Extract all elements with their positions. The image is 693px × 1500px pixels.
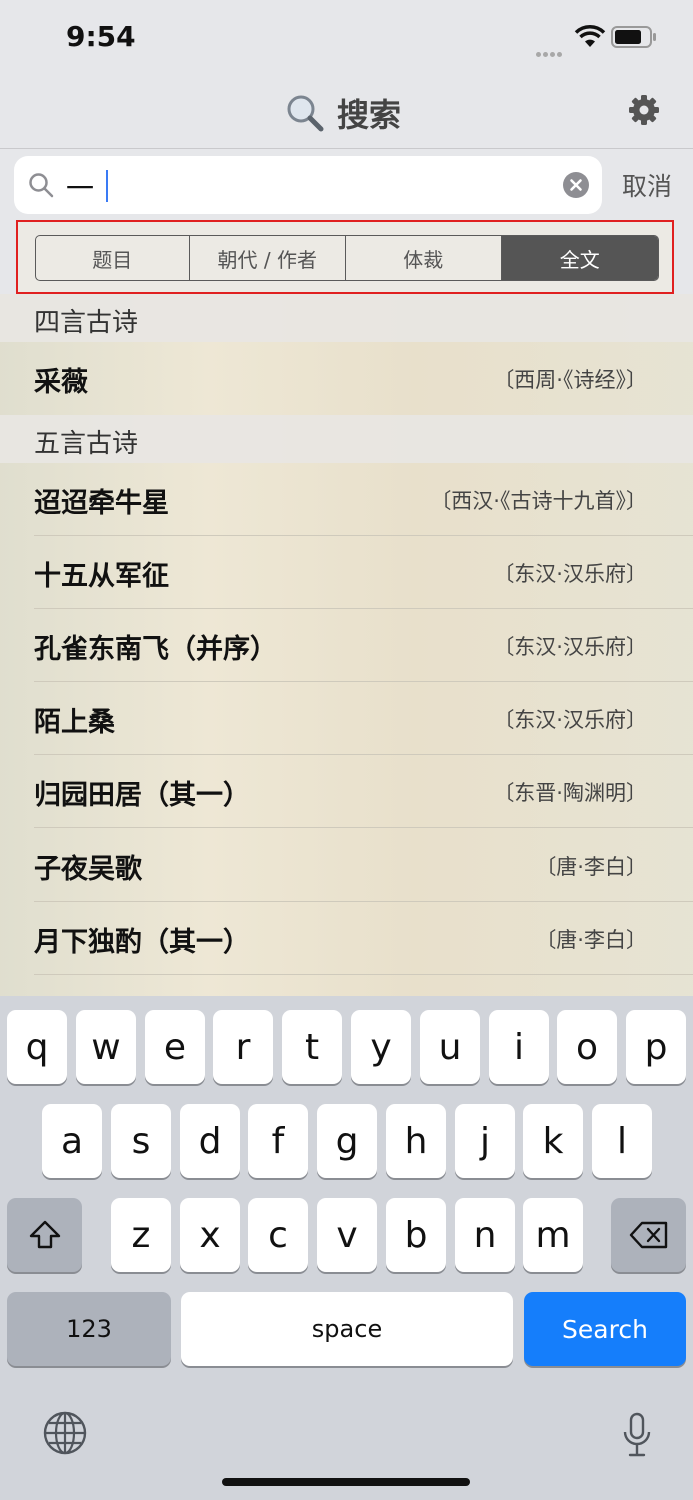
list-item[interactable]: 陌上桑 〔东汉·汉乐府〕 bbox=[0, 682, 693, 755]
cancel-button[interactable]: 取消 bbox=[622, 167, 672, 203]
search-bar: 一 取消 bbox=[0, 148, 693, 221]
search-scope-highlight: 题目 朝代 / 作者 体裁 全文 bbox=[16, 220, 674, 294]
battery-icon bbox=[611, 26, 656, 48]
poem-title: 子夜吴歌 bbox=[34, 854, 142, 885]
key-s[interactable]: s bbox=[111, 1104, 171, 1178]
key-x[interactable]: x bbox=[180, 1198, 240, 1272]
key-r[interactable]: r bbox=[213, 1010, 273, 1084]
navigation-bar: 搜索 bbox=[0, 78, 693, 148]
list-item[interactable]: 十五从军征 〔东汉·汉乐府〕 bbox=[0, 536, 693, 609]
poem-title: 十五从军征 bbox=[34, 561, 169, 592]
key-w[interactable]: w bbox=[76, 1010, 136, 1084]
clear-circle-icon[interactable] bbox=[563, 172, 589, 198]
list-item[interactable]: 孔雀东南飞（并序） 〔东汉·汉乐府〕 bbox=[0, 609, 693, 682]
globe-icon[interactable] bbox=[43, 1411, 87, 1455]
list-item[interactable]: 采薇 〔西周·《诗经》〕 bbox=[0, 342, 693, 415]
shift-arrow-icon bbox=[29, 1220, 60, 1249]
key-i[interactable]: i bbox=[489, 1010, 549, 1084]
section-header: 五言古诗 bbox=[0, 415, 693, 463]
key-t[interactable]: t bbox=[282, 1010, 342, 1084]
search-scope-segmented-control: 题目 朝代 / 作者 体裁 全文 bbox=[35, 235, 659, 281]
poem-author: 〔唐·李白〕 bbox=[535, 928, 647, 952]
poem-author: 〔西汉·《古诗十九首》〕 bbox=[430, 489, 647, 513]
poem-author: 〔东汉·汉乐府〕 bbox=[493, 708, 647, 732]
key-e[interactable]: e bbox=[145, 1010, 205, 1084]
poem-author: 〔东汉·汉乐府〕 bbox=[493, 635, 647, 659]
poem-title: 陌上桑 bbox=[34, 707, 115, 738]
keyboard: q w e r t y u i o p a s d f g h j k l z … bbox=[0, 996, 693, 1500]
delete-key[interactable] bbox=[611, 1198, 686, 1272]
poem-author: 〔东晋·陶渊明〕 bbox=[493, 781, 647, 805]
poem-title: 迢迢牵牛星 bbox=[34, 488, 169, 519]
search-icon bbox=[29, 173, 54, 198]
signal-dots-icon bbox=[536, 42, 564, 61]
space-key[interactable]: space bbox=[181, 1292, 513, 1366]
key-m[interactable]: m bbox=[523, 1198, 583, 1272]
list-item[interactable]: 归园田居（其一） 〔东晋·陶渊明〕 bbox=[0, 755, 693, 828]
row-divider bbox=[34, 827, 693, 828]
page-title: 搜索 bbox=[285, 90, 401, 136]
search-input-value: 一 bbox=[66, 172, 95, 205]
key-l[interactable]: l bbox=[592, 1104, 652, 1178]
poem-author: 〔西周·《诗经》〕 bbox=[493, 368, 647, 392]
key-c[interactable]: c bbox=[248, 1198, 308, 1272]
poem-title: 孔雀东南飞（并序） bbox=[34, 634, 277, 665]
segment-genre[interactable]: 体裁 bbox=[346, 236, 502, 280]
key-y[interactable]: y bbox=[351, 1010, 411, 1084]
numbers-key[interactable]: 123 bbox=[7, 1292, 171, 1366]
key-a[interactable]: a bbox=[42, 1104, 102, 1178]
status-time: 9:54 bbox=[66, 20, 136, 53]
key-p[interactable]: p bbox=[626, 1010, 686, 1084]
list-item[interactable]: 迢迢牵牛星 〔西汉·《古诗十九首》〕 bbox=[0, 463, 693, 536]
status-bar: 9:54 bbox=[0, 0, 693, 78]
section-header: 四言古诗 bbox=[0, 294, 693, 342]
key-f[interactable]: f bbox=[248, 1104, 308, 1178]
text-cursor bbox=[106, 170, 108, 202]
magnifier-icon bbox=[287, 95, 324, 132]
poem-title: 归园田居（其一） bbox=[34, 780, 250, 811]
results-list: 四言古诗 采薇 〔西周·《诗经》〕 五言古诗 迢迢牵牛星 〔西汉·《古诗十九首》… bbox=[0, 294, 693, 996]
home-indicator bbox=[222, 1478, 470, 1486]
section-header-label: 四言古诗 bbox=[34, 308, 139, 338]
key-u[interactable]: u bbox=[420, 1010, 480, 1084]
key-k[interactable]: k bbox=[523, 1104, 583, 1178]
list-item[interactable]: 月下独酌（其一） 〔唐·李白〕 bbox=[0, 902, 693, 975]
segment-full-text[interactable]: 全文 bbox=[501, 236, 658, 280]
segment-dynasty-author[interactable]: 朝代 / 作者 bbox=[190, 236, 346, 280]
key-q[interactable]: q bbox=[7, 1010, 67, 1084]
key-z[interactable]: z bbox=[111, 1198, 171, 1272]
poem-title: 采薇 bbox=[34, 367, 88, 398]
poem-title: 月下独酌（其一） bbox=[34, 927, 250, 958]
key-g[interactable]: g bbox=[317, 1104, 377, 1178]
key-o[interactable]: o bbox=[557, 1010, 617, 1084]
row-divider bbox=[34, 974, 693, 975]
segment-title[interactable]: 题目 bbox=[36, 236, 190, 280]
search-key[interactable]: Search bbox=[524, 1292, 686, 1366]
key-d[interactable]: d bbox=[180, 1104, 240, 1178]
shift-key[interactable] bbox=[7, 1198, 82, 1272]
list-item[interactable]: 子夜吴歌 〔唐·李白〕 bbox=[0, 829, 693, 902]
microphone-icon[interactable] bbox=[622, 1412, 652, 1458]
poem-author: 〔唐·李白〕 bbox=[535, 855, 647, 879]
poem-author: 〔东汉·汉乐府〕 bbox=[493, 562, 647, 586]
wifi-icon bbox=[574, 25, 606, 47]
key-h[interactable]: h bbox=[386, 1104, 446, 1178]
key-n[interactable]: n bbox=[455, 1198, 515, 1272]
gear-icon[interactable] bbox=[628, 94, 660, 126]
search-input[interactable]: 一 bbox=[14, 156, 602, 214]
key-b[interactable]: b bbox=[386, 1198, 446, 1272]
section-header-label: 五言古诗 bbox=[34, 429, 139, 459]
key-v[interactable]: v bbox=[317, 1198, 377, 1272]
key-j[interactable]: j bbox=[455, 1104, 515, 1178]
backspace-icon bbox=[629, 1221, 667, 1249]
page-title-text: 搜索 bbox=[337, 96, 402, 134]
